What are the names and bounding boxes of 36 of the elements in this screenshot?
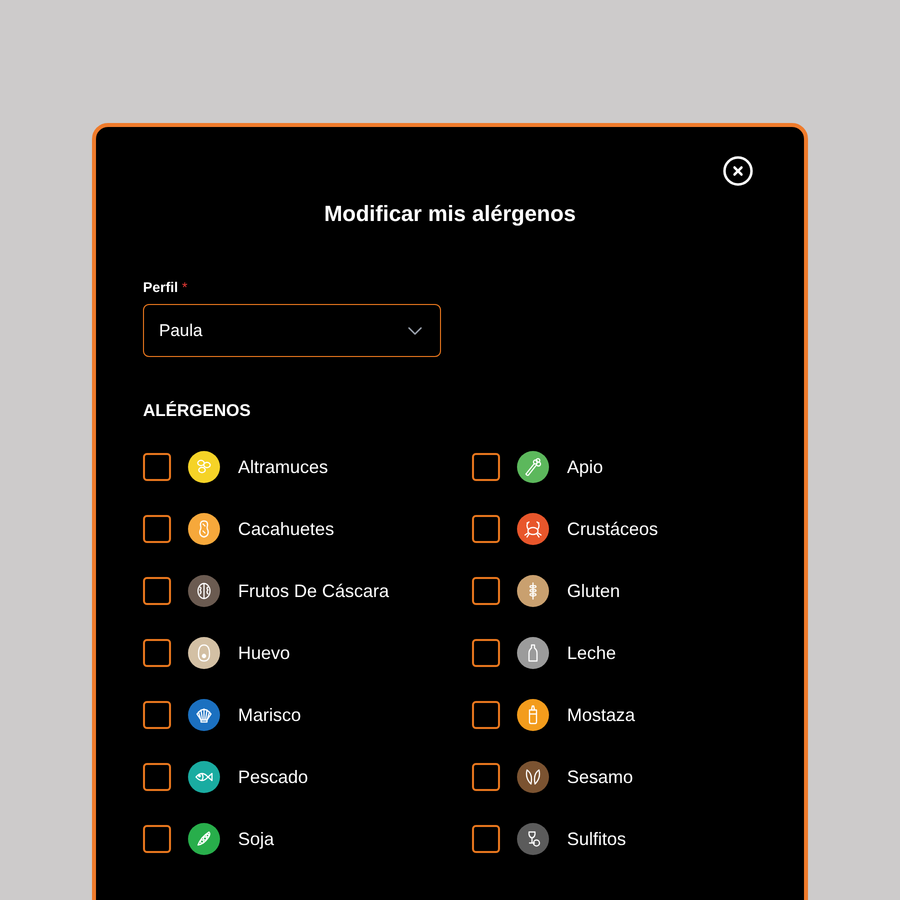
dialog-title: Modificar mis alérgenos [324, 200, 576, 228]
close-button[interactable] [723, 156, 753, 186]
chevron-down-icon [408, 326, 422, 334]
allergen-label: Frutos De Cáscara [238, 580, 390, 603]
checkbox[interactable] [143, 763, 171, 791]
allergen-label: Pescado [238, 766, 308, 789]
allergen-label: Altramuces [238, 456, 328, 479]
allergen-label: Cacahuetes [238, 518, 334, 541]
checkbox[interactable] [472, 639, 500, 667]
allergen-label: Soja [238, 828, 274, 851]
allergen-label: Crustáceos [567, 518, 658, 541]
allergen-label: Huevo [238, 642, 290, 665]
checkbox[interactable] [472, 825, 500, 853]
checkbox[interactable] [472, 577, 500, 605]
field-label: Perfil [143, 278, 178, 297]
checkbox[interactable] [143, 577, 171, 605]
checkbox[interactable] [472, 763, 500, 791]
allergen-label: Marisco [238, 704, 302, 727]
checkbox[interactable] [143, 639, 171, 667]
allergen-label: Gluten [567, 580, 620, 603]
checkbox[interactable] [472, 515, 500, 543]
checkbox[interactable] [143, 825, 171, 853]
checkbox[interactable] [472, 453, 500, 481]
checkbox[interactable] [143, 453, 171, 481]
close-icon [723, 156, 753, 186]
allergen-label: Sulfitos [567, 828, 626, 851]
required-asterisk: * [182, 278, 188, 297]
checkbox[interactable] [143, 701, 171, 729]
allergen-label: Sesamo [567, 766, 634, 789]
allergen-label: Leche [567, 642, 616, 665]
allergen-label: Mostaza [567, 704, 636, 727]
allergen-label: Apio [567, 456, 604, 479]
checkbox[interactable] [472, 701, 500, 729]
checkbox[interactable] [143, 515, 171, 543]
section-heading: ALÉRGENOS [143, 400, 251, 422]
profile-select[interactable]: Paula [143, 304, 441, 357]
